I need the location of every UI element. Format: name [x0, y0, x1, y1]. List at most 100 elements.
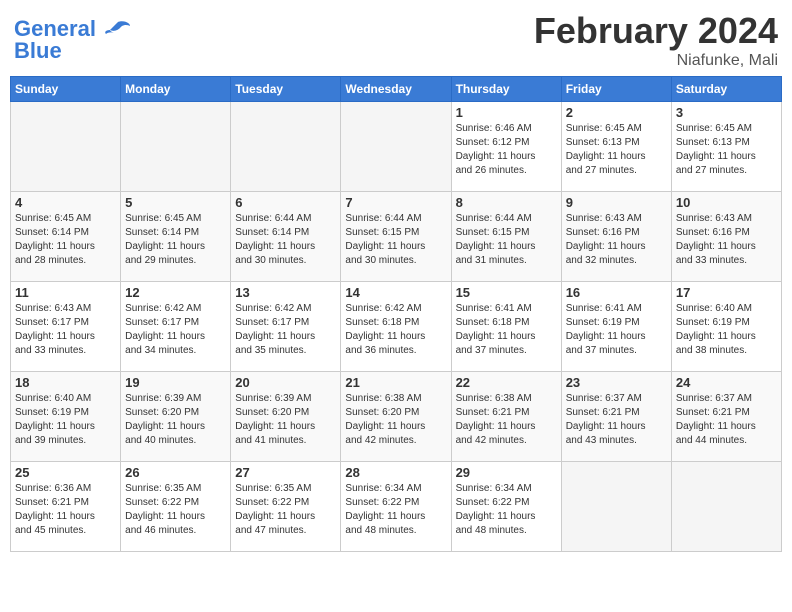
day-info: Sunrise: 6:38 AM Sunset: 6:20 PM Dayligh… — [345, 392, 446, 448]
weekday-header-saturday: Saturday — [671, 77, 781, 102]
calendar-header: SundayMondayTuesdayWednesdayThursdayFrid… — [11, 77, 782, 102]
day-number: 4 — [15, 195, 116, 210]
day-number: 7 — [345, 195, 446, 210]
calendar-cell: 12 Sunrise: 6:42 AM Sunset: 6:17 PM Dayli… — [121, 282, 231, 372]
logo-bird-icon — [104, 20, 132, 40]
day-number: 16 — [566, 285, 667, 300]
day-number: 18 — [15, 375, 116, 390]
day-info: Sunrise: 6:42 AM Sunset: 6:17 PM Dayligh… — [125, 302, 226, 358]
day-info: Sunrise: 6:44 AM Sunset: 6:14 PM Dayligh… — [235, 212, 336, 268]
calendar-cell: 5 Sunrise: 6:45 AM Sunset: 6:14 PM Daylig… — [121, 192, 231, 282]
calendar-cell — [121, 102, 231, 192]
calendar-cell: 17 Sunrise: 6:40 AM Sunset: 6:19 PM Dayli… — [671, 282, 781, 372]
day-info: Sunrise: 6:44 AM Sunset: 6:15 PM Dayligh… — [345, 212, 446, 268]
calendar-cell: 18 Sunrise: 6:40 AM Sunset: 6:19 PM Dayli… — [11, 372, 121, 462]
calendar-cell — [561, 462, 671, 552]
day-number: 24 — [676, 375, 777, 390]
day-number: 22 — [456, 375, 557, 390]
calendar-cell: 28 Sunrise: 6:34 AM Sunset: 6:22 PM Dayli… — [341, 462, 451, 552]
calendar-table: SundayMondayTuesdayWednesdayThursdayFrid… — [10, 76, 782, 552]
day-info: Sunrise: 6:43 AM Sunset: 6:16 PM Dayligh… — [676, 212, 777, 268]
calendar-cell: 19 Sunrise: 6:39 AM Sunset: 6:20 PM Dayli… — [121, 372, 231, 462]
weekday-header-thursday: Thursday — [451, 77, 561, 102]
day-info: Sunrise: 6:40 AM Sunset: 6:19 PM Dayligh… — [15, 392, 116, 448]
day-info: Sunrise: 6:42 AM Sunset: 6:17 PM Dayligh… — [235, 302, 336, 358]
day-info: Sunrise: 6:41 AM Sunset: 6:18 PM Dayligh… — [456, 302, 557, 358]
day-info: Sunrise: 6:35 AM Sunset: 6:22 PM Dayligh… — [235, 482, 336, 538]
calendar-title: February 2024 — [534, 10, 778, 52]
page-header: General Blue February 2024 Niafunke, Mal… — [10, 10, 782, 70]
calendar-cell: 27 Sunrise: 6:35 AM Sunset: 6:22 PM Dayli… — [231, 462, 341, 552]
day-number: 13 — [235, 285, 336, 300]
day-number: 20 — [235, 375, 336, 390]
calendar-cell — [11, 102, 121, 192]
weekday-header-wednesday: Wednesday — [341, 77, 451, 102]
calendar-cell: 22 Sunrise: 6:38 AM Sunset: 6:21 PM Dayli… — [451, 372, 561, 462]
day-number: 15 — [456, 285, 557, 300]
calendar-week-row: 18 Sunrise: 6:40 AM Sunset: 6:19 PM Dayli… — [11, 372, 782, 462]
calendar-cell: 2Sunrise: 6:45 AM Sunset: 6:13 PM Daylig… — [561, 102, 671, 192]
day-number: 17 — [676, 285, 777, 300]
calendar-week-row: 25Sunrise: 6:36 AM Sunset: 6:21 PM Dayli… — [11, 462, 782, 552]
day-info: Sunrise: 6:44 AM Sunset: 6:15 PM Dayligh… — [456, 212, 557, 268]
calendar-cell: 16 Sunrise: 6:41 AM Sunset: 6:19 PM Dayli… — [561, 282, 671, 372]
day-number: 27 — [235, 465, 336, 480]
calendar-cell: 14Sunrise: 6:42 AM Sunset: 6:18 PM Dayli… — [341, 282, 451, 372]
day-info: Sunrise: 6:39 AM Sunset: 6:20 PM Dayligh… — [125, 392, 226, 448]
day-info: Sunrise: 6:34 AM Sunset: 6:22 PM Dayligh… — [345, 482, 446, 538]
logo: General Blue — [14, 16, 132, 64]
day-number: 29 — [456, 465, 557, 480]
day-number: 21 — [345, 375, 446, 390]
day-number: 9 — [566, 195, 667, 210]
weekday-header-sunday: Sunday — [11, 77, 121, 102]
day-number: 11 — [15, 285, 116, 300]
calendar-cell: 15 Sunrise: 6:41 AM Sunset: 6:18 PM Dayli… — [451, 282, 561, 372]
day-info: Sunrise: 6:34 AM Sunset: 6:22 PM Dayligh… — [456, 482, 557, 538]
calendar-cell: 11 Sunrise: 6:43 AM Sunset: 6:17 PM Dayli… — [11, 282, 121, 372]
weekday-header-friday: Friday — [561, 77, 671, 102]
calendar-cell: 21 Sunrise: 6:38 AM Sunset: 6:20 PM Dayli… — [341, 372, 451, 462]
day-number: 26 — [125, 465, 226, 480]
day-number: 5 — [125, 195, 226, 210]
day-info: Sunrise: 6:43 AM Sunset: 6:17 PM Dayligh… — [15, 302, 116, 358]
day-info: Sunrise: 6:45 AM Sunset: 6:14 PM Dayligh… — [125, 212, 226, 268]
day-info: Sunrise: 6:43 AM Sunset: 6:16 PM Dayligh… — [566, 212, 667, 268]
calendar-cell: 3Sunrise: 6:45 AM Sunset: 6:13 PM Daylig… — [671, 102, 781, 192]
day-number: 14 — [345, 285, 446, 300]
day-number: 3 — [676, 105, 777, 120]
calendar-cell: 10 Sunrise: 6:43 AM Sunset: 6:16 PM Dayli… — [671, 192, 781, 282]
calendar-cell: 20 Sunrise: 6:39 AM Sunset: 6:20 PM Dayli… — [231, 372, 341, 462]
day-number: 1 — [456, 105, 557, 120]
calendar-cell: 1Sunrise: 6:46 AM Sunset: 6:12 PM Daylig… — [451, 102, 561, 192]
day-number: 12 — [125, 285, 226, 300]
calendar-cell: 13 Sunrise: 6:42 AM Sunset: 6:17 PM Dayli… — [231, 282, 341, 372]
day-info: Sunrise: 6:36 AM Sunset: 6:21 PM Dayligh… — [15, 482, 116, 538]
calendar-cell — [671, 462, 781, 552]
calendar-cell: 24Sunrise: 6:37 AM Sunset: 6:21 PM Dayli… — [671, 372, 781, 462]
day-info: Sunrise: 6:39 AM Sunset: 6:20 PM Dayligh… — [235, 392, 336, 448]
day-info: Sunrise: 6:37 AM Sunset: 6:21 PM Dayligh… — [566, 392, 667, 448]
day-info: Sunrise: 6:38 AM Sunset: 6:21 PM Dayligh… — [456, 392, 557, 448]
weekday-header-monday: Monday — [121, 77, 231, 102]
calendar-cell: 7 Sunrise: 6:44 AM Sunset: 6:15 PM Daylig… — [341, 192, 451, 282]
calendar-cell: 29 Sunrise: 6:34 AM Sunset: 6:22 PM Dayli… — [451, 462, 561, 552]
day-info: Sunrise: 6:41 AM Sunset: 6:19 PM Dayligh… — [566, 302, 667, 358]
calendar-week-row: 4 Sunrise: 6:45 AM Sunset: 6:14 PM Daylig… — [11, 192, 782, 282]
calendar-week-row: 11 Sunrise: 6:43 AM Sunset: 6:17 PM Dayli… — [11, 282, 782, 372]
calendar-cell: 26Sunrise: 6:35 AM Sunset: 6:22 PM Dayli… — [121, 462, 231, 552]
logo-subtext: Blue — [14, 38, 62, 64]
day-number: 28 — [345, 465, 446, 480]
day-number: 10 — [676, 195, 777, 210]
calendar-week-row: 1Sunrise: 6:46 AM Sunset: 6:12 PM Daylig… — [11, 102, 782, 192]
calendar-cell: 4Sunrise: 6:45 AM Sunset: 6:14 PM Daylig… — [11, 192, 121, 282]
calendar-cell — [231, 102, 341, 192]
calendar-cell: 25Sunrise: 6:36 AM Sunset: 6:21 PM Dayli… — [11, 462, 121, 552]
weekday-header-tuesday: Tuesday — [231, 77, 341, 102]
calendar-subtitle: Niafunke, Mali — [534, 52, 778, 70]
day-number: 19 — [125, 375, 226, 390]
day-number: 23 — [566, 375, 667, 390]
day-info: Sunrise: 6:45 AM Sunset: 6:13 PM Dayligh… — [566, 122, 667, 178]
day-info: Sunrise: 6:40 AM Sunset: 6:19 PM Dayligh… — [676, 302, 777, 358]
day-number: 8 — [456, 195, 557, 210]
calendar-cell — [341, 102, 451, 192]
